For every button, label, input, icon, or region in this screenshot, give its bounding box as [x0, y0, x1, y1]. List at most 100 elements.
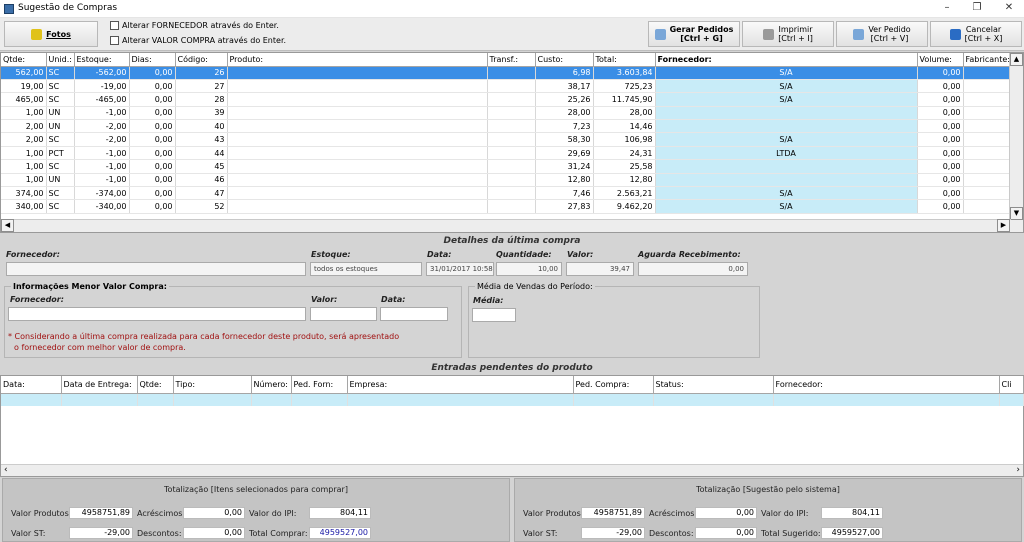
cell-estoque[interactable]: -1,00 [74, 106, 130, 121]
cell-produto[interactable] [227, 119, 488, 134]
cell-fabricante[interactable] [963, 92, 1012, 107]
cell-transf[interactable] [487, 146, 536, 161]
table-row[interactable]: 374,00 SC -374,00 0,00 47 7,46 2.563,21 S/A 0,00 [1, 186, 1012, 201]
cell-volume[interactable]: 0,00 [917, 66, 964, 80]
column-header[interactable]: Fornecedor: [655, 53, 918, 67]
cell-custo[interactable]: 38,17 [535, 79, 594, 94]
table-row[interactable]: 1,00 SC -1,00 0,00 45 31,24 25,58 0,00 [1, 159, 1012, 174]
column-header[interactable]: Qtde: [1, 53, 47, 67]
detalhes-estoque-field[interactable]: todos os estoques [310, 262, 422, 276]
detalhes-valor-field[interactable]: 39,47 [566, 262, 634, 276]
cell-volume[interactable]: 0,00 [917, 92, 964, 107]
cell-estoque[interactable]: -19,00 [74, 79, 130, 94]
cell-total[interactable]: 28,00 [593, 106, 656, 121]
cell-estoque[interactable]: -1,00 [74, 173, 130, 188]
cell-transf[interactable] [487, 119, 536, 134]
cell-fornecedor[interactable]: S/A [655, 186, 918, 201]
cell-volume[interactable]: 0,00 [917, 79, 964, 94]
cell-total[interactable]: 24,31 [593, 146, 656, 161]
cell-dias[interactable]: 0,00 [129, 159, 176, 174]
cell-fabricante[interactable] [963, 79, 1012, 94]
table-row[interactable]: 1,00 UN -1,00 0,00 46 12,80 12,80 0,00 [1, 173, 1012, 188]
cell-qtde[interactable]: 1,00 [1, 106, 47, 121]
cell-unid[interactable]: SC [46, 199, 75, 214]
menor-data-field[interactable] [380, 307, 448, 321]
cell-dias[interactable]: 0,00 [129, 119, 176, 134]
cancelar-button[interactable]: Cancelar [Ctrl + X] [930, 21, 1022, 47]
cell-custo[interactable]: 6,98 [535, 66, 594, 80]
cell-transf[interactable] [487, 66, 536, 80]
cell-estoque[interactable]: -562,00 [74, 66, 130, 80]
cell-fornecedor[interactable]: LTDA [655, 146, 918, 161]
cell-codigo[interactable]: 47 [175, 186, 228, 201]
cell-dias[interactable]: 0,00 [129, 173, 176, 188]
cell-unid[interactable]: SC [46, 92, 75, 107]
cell-dias[interactable]: 0,00 [129, 146, 176, 161]
cell-volume[interactable]: 0,00 [917, 132, 964, 147]
cell-dias[interactable]: 0,00 [129, 132, 176, 147]
cell-fornecedor[interactable]: S/A [655, 79, 918, 94]
cell-total[interactable]: 14,46 [593, 119, 656, 134]
cell-fabricante[interactable] [963, 173, 1012, 188]
pendentes-column-header[interactable]: Qtde: [137, 376, 174, 394]
cell-fabricante[interactable] [963, 119, 1012, 134]
cell-produto[interactable] [227, 106, 488, 121]
cell-transf[interactable] [487, 92, 536, 107]
cell-custo[interactable]: 58,30 [535, 132, 594, 147]
cell-fabricante[interactable] [963, 132, 1012, 147]
pendentes-column-header[interactable]: Cli [999, 376, 1024, 394]
cell-volume[interactable]: 0,00 [917, 159, 964, 174]
cell-total[interactable]: 106,98 [593, 132, 656, 147]
cell-qtde[interactable]: 465,00 [1, 92, 47, 107]
cell-volume[interactable]: 0,00 [917, 119, 964, 134]
pendentes-column-header[interactable]: Empresa: [347, 376, 574, 394]
cell-dias[interactable]: 0,00 [129, 106, 176, 121]
cell-custo[interactable]: 7,46 [535, 186, 594, 201]
cell-codigo[interactable]: 39 [175, 106, 228, 121]
table-row[interactable]: 2,00 UN -2,00 0,00 40 7,23 14,46 0,00 [1, 119, 1012, 134]
pendentes-column-header[interactable]: Tipo: [173, 376, 252, 394]
gerar-pedidos-button[interactable]: Gerar Pedidos [Ctrl + G] [648, 21, 740, 47]
cell-transf[interactable] [487, 199, 536, 214]
cell-estoque[interactable]: -374,00 [74, 186, 130, 201]
cell-qtde[interactable]: 340,00 [1, 199, 47, 214]
cell-qtde[interactable]: 1,00 [1, 146, 47, 161]
cell-total[interactable]: 12,80 [593, 173, 656, 188]
menor-fornecedor-field[interactable] [8, 307, 306, 321]
cell-estoque[interactable]: -2,00 [74, 119, 130, 134]
cell-fornecedor[interactable] [655, 173, 918, 188]
cell-fabricante[interactable] [963, 159, 1012, 174]
cell-volume[interactable]: 0,00 [917, 186, 964, 201]
cell-unid[interactable]: UN [46, 173, 75, 188]
column-header[interactable]: Produto: [227, 53, 488, 67]
cell-total[interactable]: 2.563,21 [593, 186, 656, 201]
cell-transf[interactable] [487, 132, 536, 147]
cell-produto[interactable] [227, 199, 488, 214]
scroll-left-icon[interactable]: ◀ [1, 219, 14, 232]
pendentes-column-header[interactable]: Status: [653, 376, 774, 394]
cell-custo[interactable]: 31,24 [535, 159, 594, 174]
check-alterar-fornecedor[interactable]: Alterar FORNECEDOR através do Enter. [110, 21, 279, 30]
cell-fabricante[interactable] [963, 66, 1012, 80]
pendentes-column-header[interactable]: Número: [251, 376, 292, 394]
detalhes-aguarda-field[interactable]: 0,00 [638, 262, 748, 276]
cell-total[interactable]: 25,58 [593, 159, 656, 174]
cell-fornecedor[interactable] [655, 159, 918, 174]
column-header[interactable]: Custo: [535, 53, 594, 67]
cell-estoque[interactable]: -465,00 [74, 92, 130, 107]
grid-vertical-scrollbar[interactable]: ▲ ▼ [1009, 53, 1023, 232]
cell-fornecedor[interactable]: S/A [655, 92, 918, 107]
column-header[interactable]: Dias: [129, 53, 176, 67]
cell-unid[interactable]: UN [46, 119, 75, 134]
cell-transf[interactable] [487, 106, 536, 121]
cell-codigo[interactable]: 40 [175, 119, 228, 134]
table-row[interactable]: 1,00 UN -1,00 0,00 39 28,00 28,00 0,00 [1, 106, 1012, 121]
column-header[interactable]: Transf.: [487, 53, 536, 67]
cell-estoque[interactable]: -340,00 [74, 199, 130, 214]
checkbox-valor[interactable] [110, 36, 119, 45]
cell-produto[interactable] [227, 159, 488, 174]
table-row[interactable]: 562,00 SC -562,00 0,00 26 6,98 3.603,84 S/A 0,00 [1, 66, 1012, 80]
cell-custo[interactable]: 25,26 [535, 92, 594, 107]
scroll-right-icon[interactable]: › [1016, 465, 1020, 476]
cell-transf[interactable] [487, 173, 536, 188]
